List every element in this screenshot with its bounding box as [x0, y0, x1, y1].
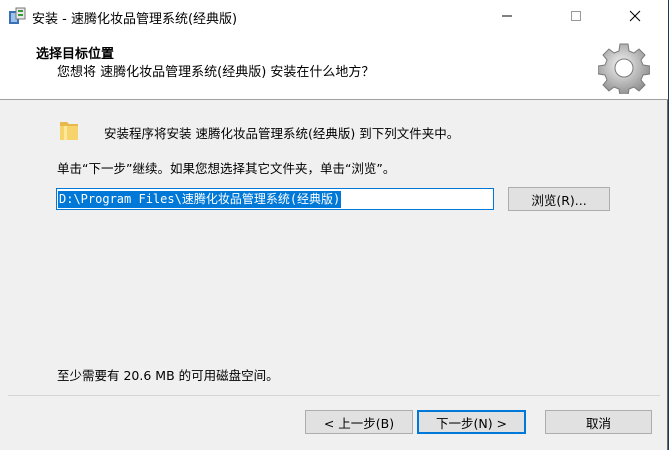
page-title: 选择目标位置 — [36, 47, 115, 62]
disk-space-text: 至少需要有 20.6 MB 的可用磁盘空间。 — [57, 368, 279, 383]
maximize-icon — [571, 11, 581, 21]
minimize-icon — [502, 15, 512, 17]
installer-icon — [9, 7, 26, 24]
minimize-button[interactable] — [484, 0, 530, 32]
cancel-button[interactable]: 取消 — [545, 410, 652, 434]
setup-dialog: 安装 - 速腾化妆品管理系统(经典版) 选择目标位置 您想将 速腾化妆品管理系统… — [0, 0, 668, 450]
gear-icon — [598, 43, 650, 94]
close-icon — [629, 10, 641, 22]
footer-divider — [8, 395, 660, 396]
instruction-text: 单击“下一步”继续。如果您想选择其它文件夹，单击“浏览”。 — [57, 161, 396, 176]
close-button[interactable] — [612, 0, 658, 32]
page-subtitle: 您想将 速腾化妆品管理系统(经典版) 安装在什么地方？ — [57, 65, 375, 80]
back-button[interactable]: < 上一步(B) — [305, 410, 413, 434]
folder-icon — [60, 122, 78, 140]
title-bar[interactable]: 安装 - 速腾化妆品管理系统(经典版) — [0, 0, 668, 32]
window-title: 安装 - 速腾化妆品管理系统(经典版) — [32, 12, 238, 27]
install-destination-text: 安装程序将安装 速腾化妆品管理系统(经典版) 到下列文件夹中。 — [104, 126, 460, 141]
install-path-value: D:\Program Files\速腾化妆品管理系统(经典版) — [58, 191, 342, 208]
maximize-button[interactable] — [553, 0, 599, 32]
browse-button[interactable]: 浏览(R)... — [508, 187, 610, 211]
install-path-input[interactable]: D:\Program Files\速腾化妆品管理系统(经典版) — [56, 188, 494, 210]
next-button[interactable]: 下一步(N) > — [417, 410, 526, 434]
wizard-header: 选择目标位置 您想将 速腾化妆品管理系统(经典版) 安装在什么地方？ — [0, 32, 668, 100]
